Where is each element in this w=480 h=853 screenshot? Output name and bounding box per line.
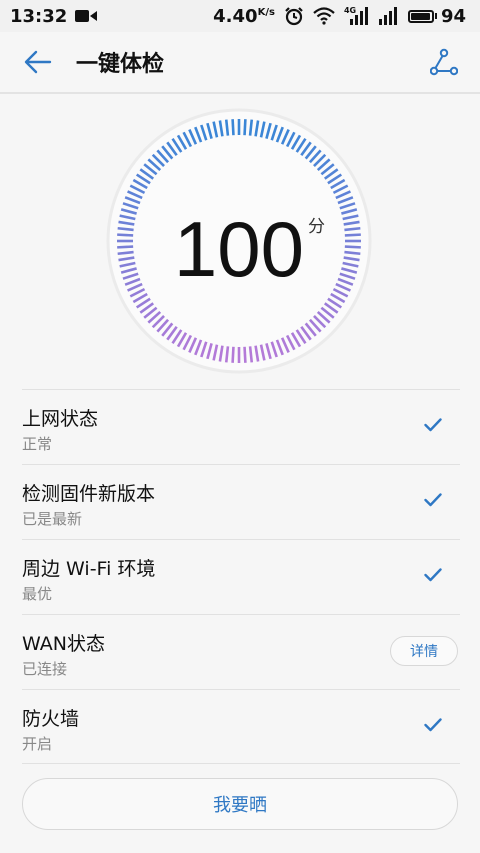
item-title: 上网状态 [22, 408, 99, 430]
gauge-tick [248, 119, 254, 136]
item-status: 开启 [22, 735, 53, 753]
gauge-tick [231, 346, 235, 363]
share-icon[interactable] [430, 48, 458, 76]
check-icon [424, 718, 442, 732]
status-bar: 13:32 4.40K/s 4G 94 [0, 0, 480, 32]
list-item-internet-status: 上网状态 正常 [22, 389, 460, 464]
battery-icon [407, 9, 434, 23]
video-record-icon [75, 10, 98, 22]
alarm-icon [285, 7, 303, 26]
score-unit: 分 [308, 217, 325, 237]
status-bar-left: 13:32 [10, 5, 98, 27]
list-item-firmware: 检测固件新版本 已是最新 [22, 464, 460, 539]
arrow-left-icon[interactable] [24, 50, 52, 74]
signal-4g-icon: 4G [344, 6, 368, 25]
status-bar-right: 4.40K/s 4G 94 [213, 6, 466, 27]
network-speed: 4.40K/s [213, 6, 275, 27]
score-gauge: 100 分 [106, 108, 372, 374]
network-speed-value: 4.40 [213, 5, 258, 27]
status-time: 13:32 [10, 5, 68, 27]
gauge-tick [231, 119, 235, 136]
item-status: 最优 [22, 585, 53, 603]
list-item-firewall: 防火墙 开启 [22, 689, 460, 764]
app-bar: 一键体检 [0, 32, 480, 92]
gauge-tick [243, 119, 247, 136]
check-icon [424, 418, 442, 432]
battery-indicator: 94 [407, 5, 466, 27]
item-status: 已连接 [22, 660, 68, 678]
battery-tip [434, 13, 437, 19]
signal-icon [378, 7, 397, 25]
gauge-tick [248, 346, 254, 363]
page-title: 一键体检 [76, 52, 165, 77]
app-bar-divider [0, 92, 480, 94]
item-title: 检测固件新版本 [22, 483, 156, 505]
item-title: 防火墙 [22, 708, 80, 730]
check-icon [424, 568, 442, 582]
item-title: WAN状态 [22, 633, 105, 655]
battery-level: 94 [440, 5, 466, 27]
gauge-tick [224, 346, 230, 363]
item-status: 正常 [22, 435, 53, 453]
list-item-wan-status: WAN状态 已连接 详情 [22, 614, 460, 689]
item-status: 已是最新 [22, 510, 83, 528]
share-button[interactable]: 我要晒 [22, 778, 458, 830]
check-list: 上网状态 正常 检测固件新版本 已是最新 周边 Wi-Fi 环境 最优 WAN状… [22, 389, 460, 764]
list-item-wifi-environment: 周边 Wi-Fi 环境 最优 [22, 539, 460, 614]
details-button[interactable]: 详情 [390, 636, 458, 666]
check-icon [424, 493, 442, 507]
item-title: 周边 Wi-Fi 环境 [22, 558, 156, 580]
network-speed-unit: K/s [257, 6, 275, 18]
wifi-icon [313, 7, 335, 25]
gauge-tick [224, 119, 230, 136]
score-value: 100 [173, 205, 305, 293]
gauge-tick [243, 346, 247, 363]
